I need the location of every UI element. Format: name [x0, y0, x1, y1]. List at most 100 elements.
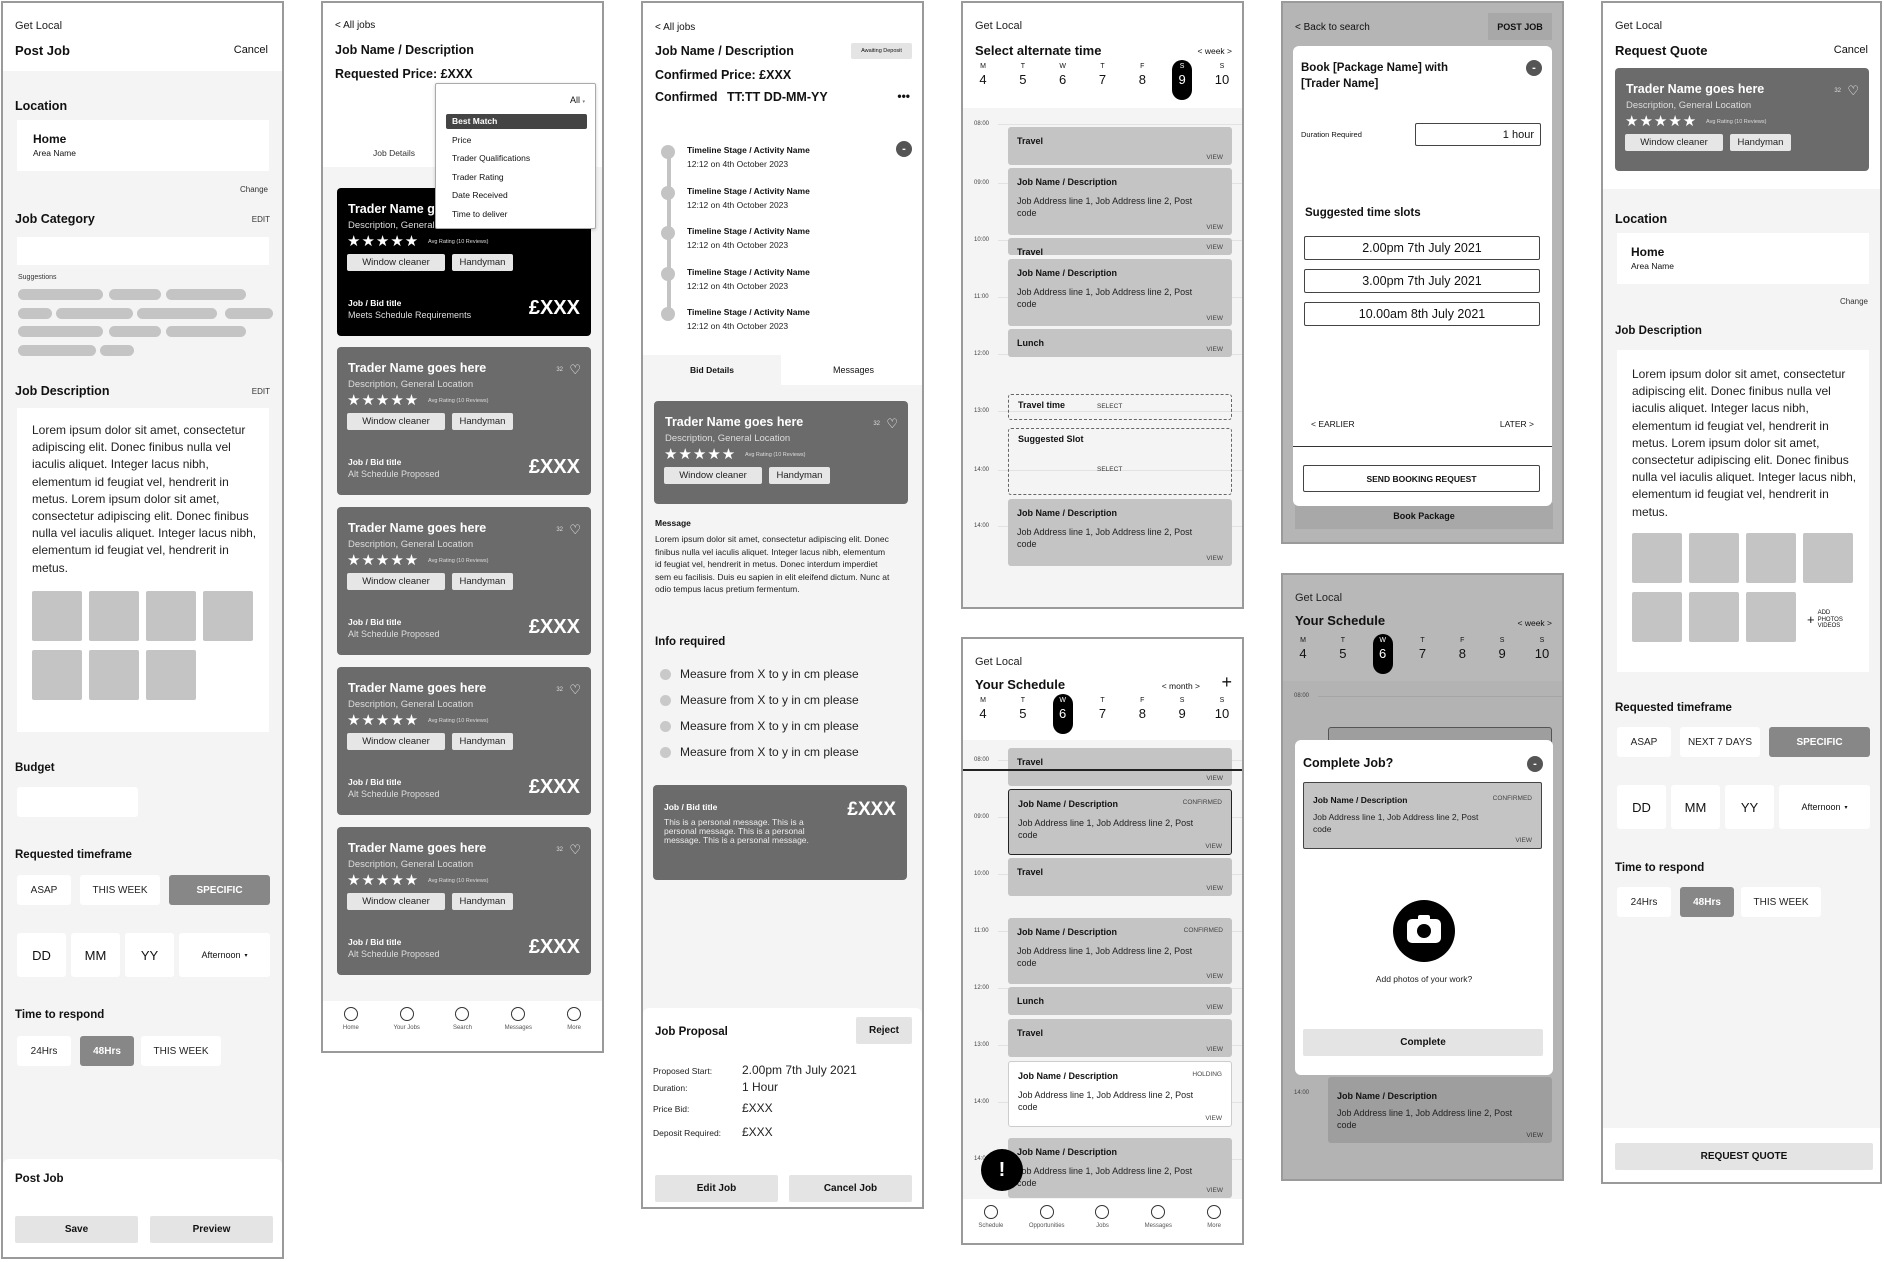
camera-icon[interactable] — [1393, 900, 1455, 962]
day-4[interactable]: M4 — [973, 694, 993, 734]
tab-bid-details[interactable]: Bid Details — [643, 355, 781, 385]
reject-button[interactable]: Reject — [856, 1017, 912, 1044]
cancel-button[interactable]: Cancel — [1834, 44, 1868, 56]
save-button[interactable]: Save — [15, 1216, 138, 1243]
day-5[interactable]: T5 — [1333, 634, 1353, 674]
respond-this-week[interactable]: THIS WEEK — [141, 1036, 221, 1066]
bid-card[interactable]: Trader Name goes here Description, Genera… — [337, 347, 591, 495]
heart-icon[interactable]: ♡ — [569, 362, 581, 378]
suggestion-chip[interactable] — [166, 326, 246, 337]
day-7[interactable]: T7 — [1092, 60, 1112, 100]
day-10[interactable]: S 10 — [1532, 634, 1552, 674]
respond-48hrs[interactable]: 48Hrs — [80, 1036, 134, 1066]
time-slot-option[interactable]: 2.00pm 7th July 2021 — [1304, 236, 1540, 260]
suggestion-chip[interactable] — [100, 345, 134, 356]
add-event-icon[interactable]: + — [1221, 672, 1232, 693]
suggestion-chip[interactable] — [56, 308, 133, 319]
day-5[interactable]: T5 — [1013, 694, 1033, 734]
description-box[interactable]: Lorem ipsum dolor sit amet, consectetur … — [1617, 350, 1869, 672]
heart-icon[interactable]: ♡ — [569, 682, 581, 698]
photo-thumbnail[interactable] — [1632, 592, 1682, 642]
info-checkbox[interactable] — [660, 721, 671, 732]
calendar-event[interactable]: Job Name / Description Job Address line 1… — [1008, 259, 1232, 326]
info-checkbox[interactable] — [660, 669, 671, 680]
edit-description-button[interactable]: EDIT — [252, 387, 270, 396]
more-options-icon[interactable]: ••• — [897, 89, 910, 103]
day-7[interactable]: T7 — [1412, 634, 1432, 674]
edit-category-button[interactable]: EDIT — [252, 215, 270, 224]
suggestion-chip[interactable] — [109, 289, 161, 300]
info-checkbox[interactable] — [660, 747, 671, 758]
nav-messages[interactable]: Messages — [493, 1007, 543, 1051]
preview-button[interactable]: Preview — [150, 1216, 273, 1243]
bid-card[interactable]: Trader Name goes here Description, Genera… — [337, 667, 591, 815]
heart-icon[interactable]: ♡ — [1847, 83, 1859, 99]
back-link[interactable]: < All jobs — [335, 20, 375, 31]
view-link[interactable]: VIEW — [1206, 775, 1223, 782]
photo-thumbnail[interactable] — [1746, 592, 1796, 642]
day-9[interactable]: S9 — [1172, 60, 1193, 100]
nav-search[interactable]: Search — [437, 1007, 487, 1051]
alert-fab[interactable]: ! — [981, 1149, 1023, 1191]
book-package-button[interactable]: Book Package — [1295, 503, 1553, 529]
calendar-event[interactable]: Travel VIEW — [1008, 238, 1232, 257]
day-8[interactable]: F8 — [1132, 694, 1152, 734]
calendar-event[interactable]: Job Name / Description CONFIRMED Job Addre… — [1008, 789, 1232, 855]
nav-your-jobs[interactable]: Your Jobs — [382, 1007, 432, 1051]
timeframe-specific[interactable]: SPECIFIC — [169, 875, 270, 905]
suggestion-chip[interactable] — [137, 308, 217, 319]
date-dd-input[interactable]: DD — [1617, 785, 1666, 829]
back-link[interactable]: < All jobs — [655, 22, 695, 33]
heart-icon[interactable]: ♡ — [886, 416, 898, 432]
day-6[interactable]: W6 — [1053, 60, 1073, 100]
date-yy-input[interactable]: YY — [125, 933, 174, 977]
description-box[interactable]: Lorem ipsum dolor sit amet, consectetur … — [17, 408, 269, 732]
calendar-event[interactable]: Travel VIEW — [1008, 858, 1232, 896]
photo-thumbnail[interactable] — [1632, 533, 1682, 583]
view-link[interactable]: VIEW — [1206, 973, 1223, 980]
calendar-event[interactable]: Lunch VIEW — [1008, 987, 1232, 1015]
sort-option[interactable]: Trader Qualifications — [446, 151, 587, 166]
suggestion-chip[interactable] — [18, 326, 103, 337]
day-9[interactable]: S9 — [1172, 694, 1192, 734]
week-nav[interactable]: < week > — [1198, 46, 1233, 56]
back-to-search-link[interactable]: < Back to search — [1295, 22, 1370, 33]
calendar-event[interactable]: Job Name / Description Job Address line … — [1328, 1077, 1552, 1143]
change-location-link[interactable]: Change — [240, 185, 268, 194]
week-nav[interactable]: < week > — [1518, 618, 1553, 628]
photo-thumbnail[interactable] — [146, 591, 196, 641]
day-8[interactable]: F8 — [1452, 634, 1472, 674]
calendar-event[interactable]: Lunch VIEW — [1008, 329, 1232, 357]
heart-icon[interactable]: ♡ — [569, 522, 581, 538]
calendar-event[interactable]: Job Name / Description Job Address line 1… — [1008, 168, 1232, 235]
time-slot-option[interactable]: 3.00pm 7th July 2021 — [1304, 269, 1540, 293]
suggestion-chip[interactable] — [109, 326, 161, 337]
view-link[interactable]: VIEW — [1206, 1004, 1223, 1011]
select-button[interactable]: SELECT — [1097, 466, 1122, 473]
sort-option[interactable]: Date Received — [446, 188, 587, 203]
photo-thumbnail[interactable] — [89, 650, 139, 700]
view-link[interactable]: VIEW — [1206, 885, 1223, 892]
filter-select[interactable]: All ▾ — [570, 95, 585, 105]
suggestion-chip[interactable] — [166, 289, 246, 300]
select-button[interactable]: SELECT — [1097, 403, 1122, 410]
location-card[interactable]: Home Area Name — [1617, 233, 1869, 284]
location-card[interactable]: Home Area Name — [17, 120, 269, 171]
timeframe-specific[interactable]: SPECIFIC — [1769, 727, 1870, 757]
calendar-event[interactable]: Travel VIEW — [1008, 1019, 1232, 1057]
view-link[interactable]: VIEW — [1205, 843, 1222, 850]
day-10[interactable]: S 10 — [1212, 694, 1232, 734]
respond-24hrs[interactable]: 24Hrs — [1617, 887, 1671, 917]
later-button[interactable]: LATER > — [1500, 419, 1534, 429]
photo-thumbnail[interactable] — [146, 650, 196, 700]
view-link[interactable]: VIEW — [1526, 1132, 1543, 1139]
bid-card[interactable]: Job / Bid title This is a personal messa… — [653, 785, 907, 880]
view-link[interactable]: VIEW — [1206, 224, 1223, 231]
duration-input[interactable]: 1 hour — [1415, 123, 1541, 146]
edit-job-button[interactable]: Edit Job — [655, 1175, 778, 1202]
day-7[interactable]: T7 — [1092, 694, 1112, 734]
respond-48hrs[interactable]: 48Hrs — [1680, 887, 1734, 917]
request-quote-button[interactable]: REQUEST QUOTE — [1615, 1143, 1873, 1170]
post-job-button[interactable]: POST JOB — [1488, 13, 1552, 40]
photo-thumbnail[interactable] — [1689, 533, 1739, 583]
